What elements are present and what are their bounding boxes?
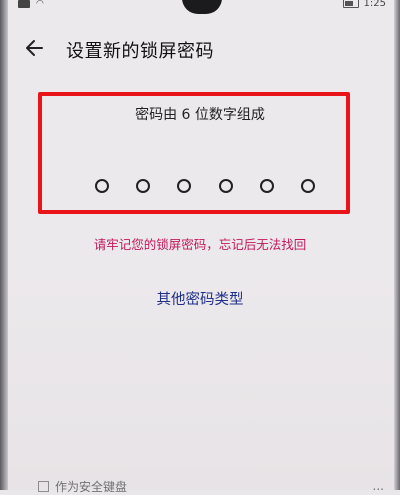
- status-time: 1:25: [363, 0, 386, 9]
- pin-dot: [218, 179, 233, 193]
- keyboard-hint[interactable]: 作为安全键盘: [38, 478, 127, 495]
- bottom-right-text: ...: [372, 479, 384, 493]
- other-password-types-link[interactable]: 其他密码类型: [0, 288, 400, 309]
- status-bar: ◠ 1:25: [0, 0, 400, 14]
- pin-dot: [300, 179, 315, 193]
- pin-instruction: 密码由 6 位数字组成: [135, 107, 265, 123]
- camera-notch: [182, 0, 222, 14]
- status-left: ◠: [18, 0, 44, 9]
- pin-dot: [259, 179, 274, 193]
- battery-icon: [342, 0, 359, 8]
- pin-dot: [95, 179, 109, 193]
- warning-text: 请牢记您的锁屏密码，忘记后无法找回: [93, 237, 307, 252]
- pin-dot: [177, 179, 192, 193]
- header: 设置新的锁屏密码: [0, 28, 400, 68]
- shield-icon: [38, 481, 49, 492]
- page-title: 设置新的锁屏密码: [66, 41, 214, 62]
- pin-dot: [136, 179, 151, 193]
- wifi-icon: ◠: [36, 0, 44, 9]
- keyboard-hint-label: 作为安全键盘: [55, 480, 128, 494]
- signal-icon: [18, 0, 30, 8]
- back-button[interactable]: [22, 34, 50, 62]
- pin-dots[interactable]: [95, 179, 315, 195]
- back-arrow-icon: [26, 40, 43, 56]
- status-right: 1:25: [342, 0, 386, 9]
